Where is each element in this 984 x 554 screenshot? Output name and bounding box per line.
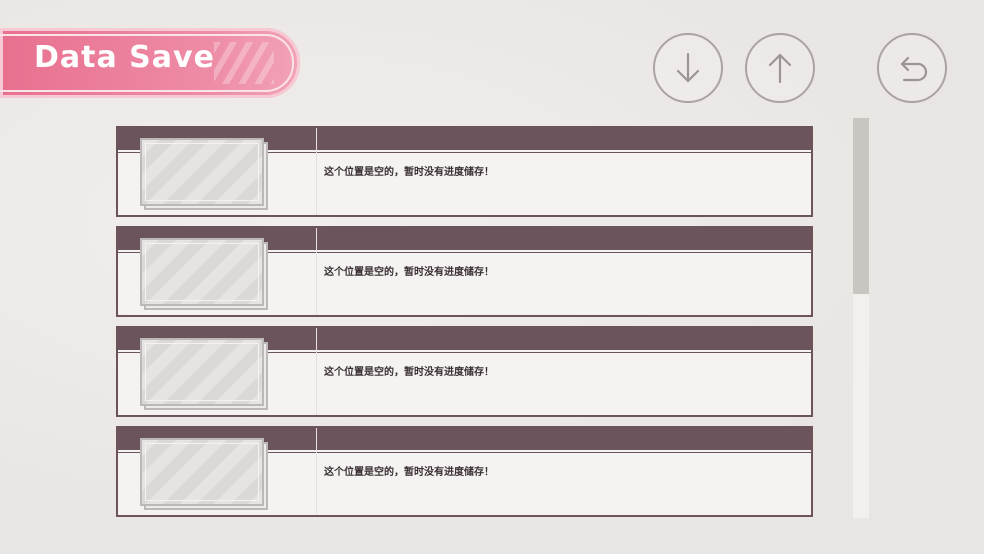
save-slot-2[interactable]: 这个位置是空的，暂时没有进度储存！	[116, 226, 813, 317]
empty-thumbnail	[140, 238, 264, 306]
scroll-down-button[interactable]	[653, 33, 723, 103]
slot-divider	[316, 128, 317, 215]
slot-divider	[316, 428, 317, 515]
empty-thumbnail	[140, 138, 264, 206]
slot-divider	[316, 328, 317, 415]
page-title: Data Save	[34, 40, 215, 75]
empty-thumbnail	[140, 438, 264, 506]
scrollbar-thumb[interactable]	[853, 118, 869, 294]
save-slot-3[interactable]: 这个位置是空的，暂时没有进度储存！	[116, 326, 813, 417]
back-button[interactable]	[877, 33, 947, 103]
slot-description: 这个位置是空的，暂时没有进度储存！	[324, 367, 494, 378]
save-slot-4[interactable]: 这个位置是空的，暂时没有进度储存！	[116, 426, 813, 517]
slot-description: 这个位置是空的，暂时没有进度储存！	[324, 167, 494, 178]
scroll-up-button[interactable]	[745, 33, 815, 103]
return-arrow-icon	[900, 56, 928, 82]
slot-description: 这个位置是空的，暂时没有进度储存！	[324, 467, 494, 478]
arrow-up-icon	[768, 53, 792, 84]
banner-stripes	[214, 42, 274, 84]
slot-divider	[316, 228, 317, 315]
save-slot-1[interactable]: 这个位置是空的，暂时没有进度储存！	[116, 126, 813, 217]
empty-thumbnail	[140, 338, 264, 406]
arrow-down-icon	[676, 52, 700, 83]
slot-description: 这个位置是空的，暂时没有进度储存！	[324, 267, 494, 278]
